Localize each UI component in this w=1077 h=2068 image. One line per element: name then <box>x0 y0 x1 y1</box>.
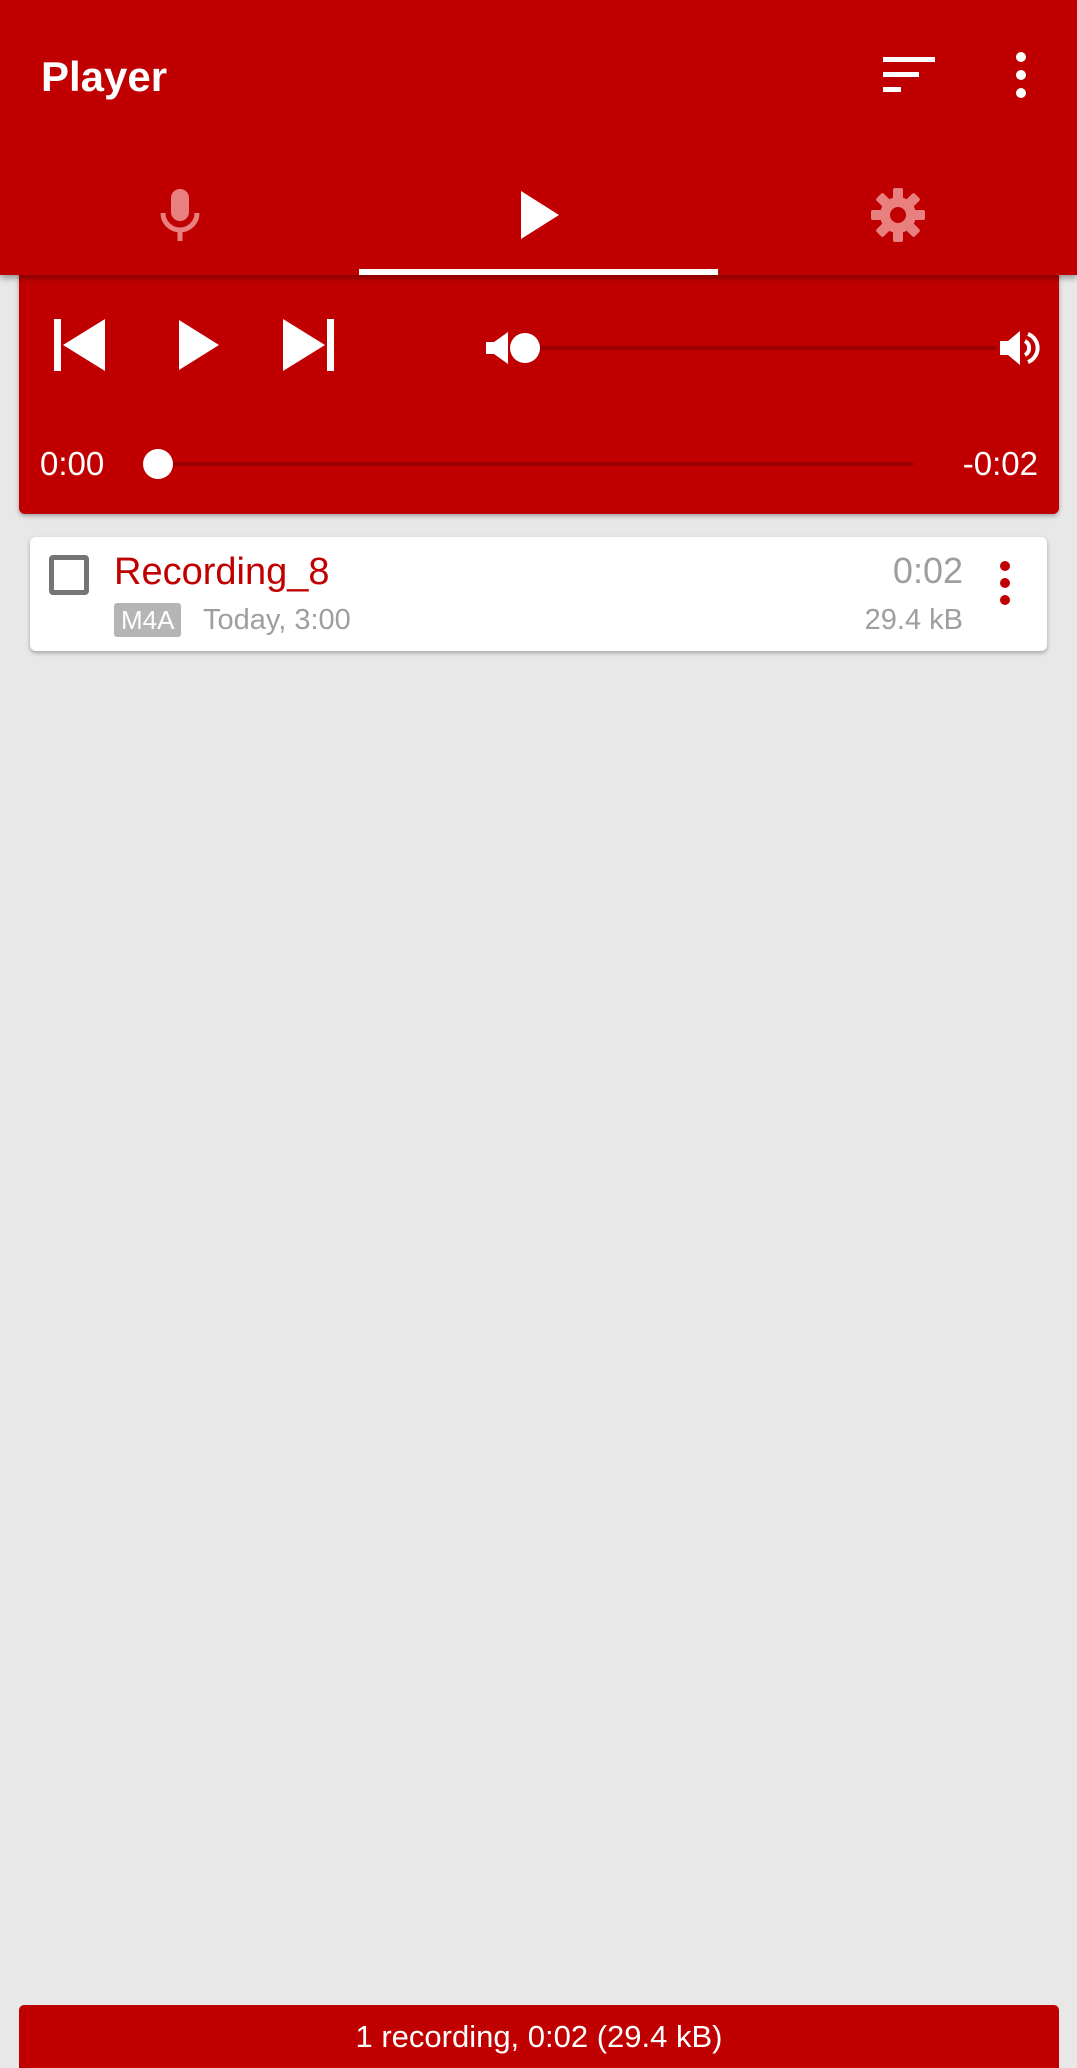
app-bar: Player <box>0 0 1077 275</box>
sort-icon[interactable] <box>874 40 944 110</box>
skip-previous-icon <box>51 318 107 376</box>
item-more-button[interactable] <box>983 557 1027 613</box>
elapsed-time: 0:00 <box>40 445 105 482</box>
recording-size: 29.4 kB <box>864 604 963 636</box>
recording-duration: 0:02 <box>892 550 963 591</box>
seek-track <box>158 462 914 466</box>
skip-previous-button[interactable] <box>39 312 119 382</box>
recording-name: Recording_8 <box>114 551 330 593</box>
skip-next-button[interactable] <box>269 312 349 382</box>
status-bar: 1 recording, 0:02 (29.4 kB) <box>19 2005 1059 2068</box>
tab-settings[interactable] <box>718 160 1077 275</box>
volume-track <box>525 346 997 350</box>
skip-next-icon <box>281 318 337 376</box>
page-title: Player <box>41 53 168 100</box>
play-icon <box>517 189 561 246</box>
gear-icon <box>870 187 926 248</box>
play-icon <box>177 319 221 375</box>
list-item[interactable]: Recording_8 M4A Today, 3:00 0:02 29.4 kB <box>30 537 1047 651</box>
more-vert-icon <box>998 560 1012 611</box>
select-checkbox[interactable] <box>49 555 89 595</box>
play-button[interactable] <box>159 312 239 382</box>
player-controls: 0:00 -0:02 <box>19 272 1059 514</box>
status-summary: 1 recording, 0:02 (29.4 kB) <box>355 2018 723 2054</box>
volume-thumb[interactable] <box>510 333 540 363</box>
seek-thumb[interactable] <box>143 449 173 479</box>
tab-player[interactable] <box>359 160 718 275</box>
tab-record[interactable] <box>0 160 359 275</box>
volume-up-icon <box>995 324 1045 372</box>
remaining-time: -0:02 <box>962 445 1038 482</box>
format-badge: M4A <box>114 603 182 637</box>
more-vert-icon[interactable] <box>986 40 1056 110</box>
recording-date: Today, 3:00 <box>203 604 351 636</box>
mic-icon <box>158 187 202 248</box>
tab-indicator <box>359 269 718 275</box>
